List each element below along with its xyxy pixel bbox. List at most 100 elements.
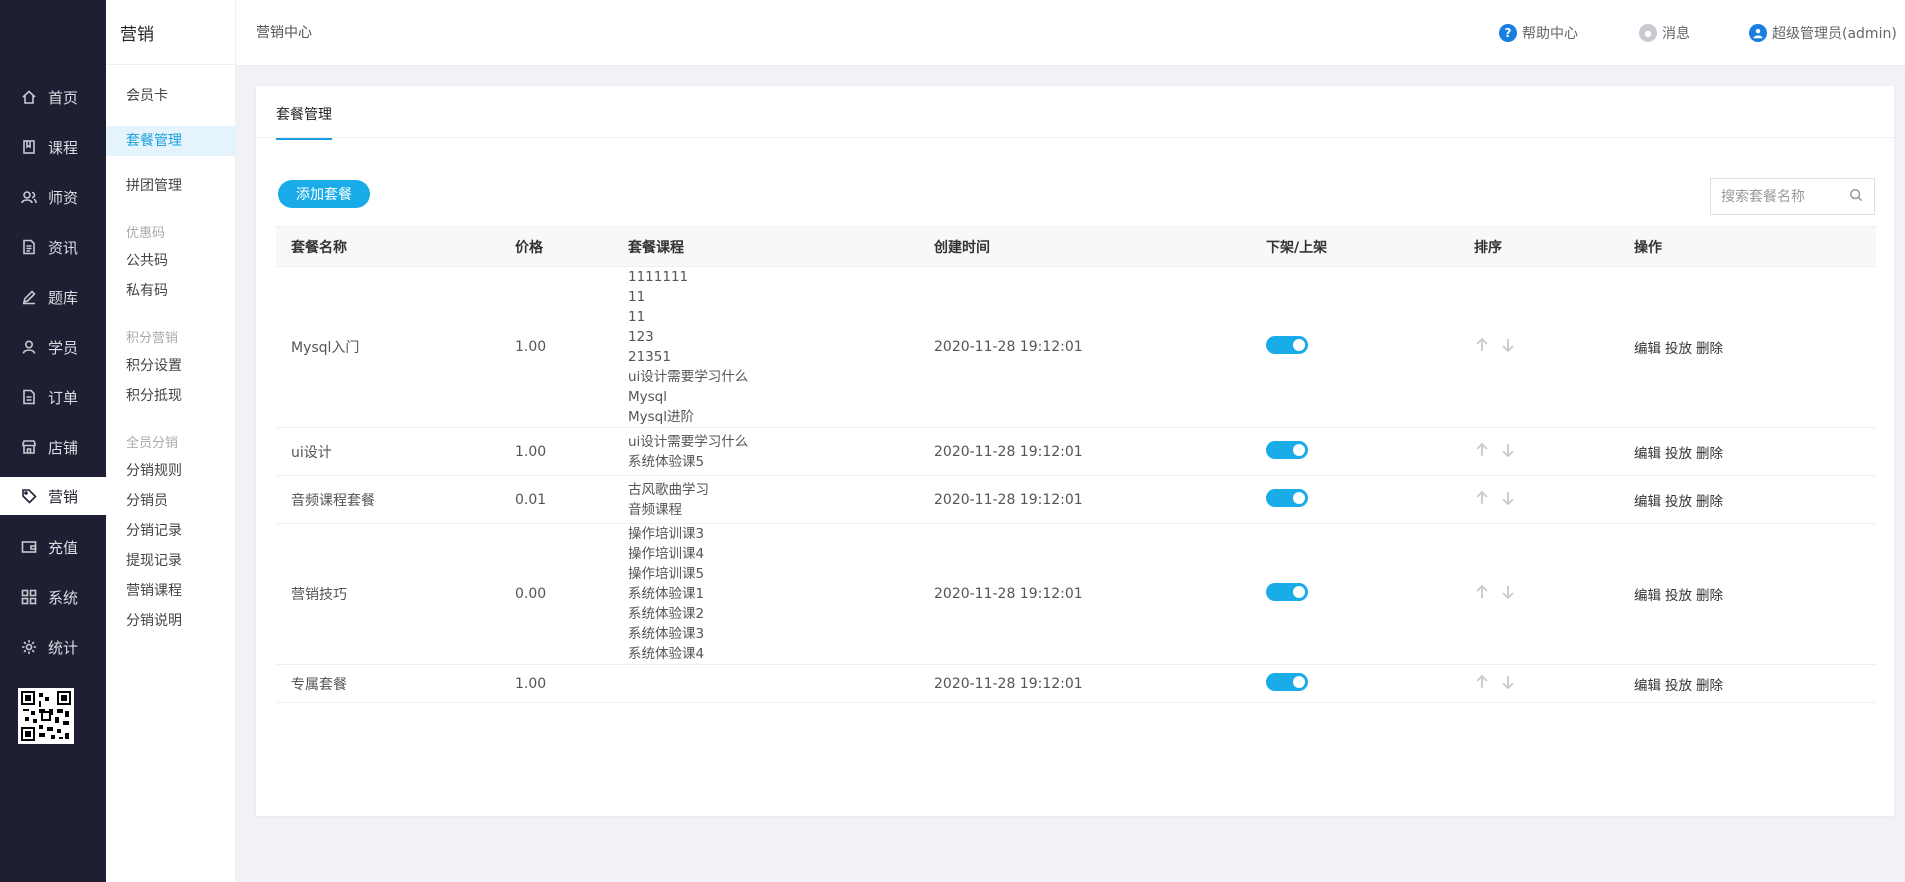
edit-link[interactable]: 编辑 [1634,446,1661,462]
column-header-price: 价格 [515,239,543,256]
submenu-item-group-buying[interactable]: 拼团管理 [106,171,236,201]
tab-bar: 套餐管理 [256,86,1894,140]
breadcrumb: 营销中心 [256,25,312,41]
submenu-item-public-code[interactable]: 公共码 [106,246,236,276]
arrow-up-icon[interactable] [1474,490,1490,506]
arrow-down-icon[interactable] [1500,584,1516,600]
help-center-link[interactable]: ? 帮助中心 [1499,23,1578,43]
shelf-toggle[interactable] [1266,672,1308,691]
search-icon[interactable] [1849,187,1863,206]
gear-icon [20,638,38,656]
sidebar-item-marketing[interactable]: 营销 [0,477,106,515]
edit-link[interactable]: 编辑 [1634,494,1661,510]
delete-link[interactable]: 删除 [1696,341,1723,357]
sidebar-item-statistics[interactable]: 统计 [0,628,106,666]
main-sidebar: 首页 课程 师资 资讯 题库 学员 订单 店铺 营销 充值 系统 统计 [0,0,106,882]
search-input[interactable] [1721,188,1849,205]
edit-link[interactable]: 编辑 [1634,588,1661,604]
arrow-down-icon[interactable] [1500,442,1516,458]
column-header-courses: 套餐课程 [628,239,684,256]
shelf-toggle[interactable] [1266,583,1308,601]
shelf-toggle[interactable] [1266,488,1308,507]
arrow-down-icon[interactable] [1500,337,1516,353]
course-item: 系统体验课3 [628,626,705,642]
sidebar-item-courses[interactable]: 课程 [0,128,106,166]
submenu-item-points-deduction[interactable]: 积分抵现 [106,381,236,411]
course-item: ui设计需要学习什么 [628,369,749,385]
delete-link[interactable]: 删除 [1696,678,1723,694]
package-table: 套餐名称 价格 套餐课程 创建时间 下架/上架 排序 操作 Mysql入门 1.0… [276,226,1876,703]
sidebar-item-recharge[interactable]: 充值 [0,528,106,566]
shelf-toggle[interactable] [1266,336,1308,354]
package-price-cell: 0.00 [500,523,613,665]
shelf-status-cell [1251,523,1459,665]
user-menu[interactable]: 超级管理员(admin) [1749,23,1897,43]
arrow-up-icon[interactable] [1474,674,1490,690]
qr-code [18,688,74,744]
submenu-divider [106,64,236,65]
shelf-status-cell [1251,475,1459,524]
shelf-toggle[interactable] [1266,440,1308,459]
package-name-cell: ui设计 [276,427,500,476]
edit-link[interactable]: 编辑 [1634,678,1661,694]
delete-link[interactable]: 删除 [1696,494,1723,510]
order-icon [20,388,38,406]
shelf-status-cell [1251,427,1459,476]
created-time-cell: 2020-11-28 19:12:01 [919,664,1251,703]
tab-package-management[interactable]: 套餐管理 [276,104,332,140]
deliver-link[interactable]: 投放 [1665,588,1692,604]
deliver-link[interactable]: 投放 [1665,678,1692,694]
sidebar-item-system[interactable]: 系统 [0,578,106,616]
deliver-link[interactable]: 投放 [1665,341,1692,357]
course-item: 系统体验课1 [628,586,705,602]
submenu-item-marketing-courses[interactable]: 营销课程 [106,576,236,606]
sidebar-item-label: 资讯 [48,238,79,257]
book-icon [20,138,38,156]
submenu-item-distributors[interactable]: 分销员 [106,486,236,516]
delete-link[interactable]: 删除 [1696,446,1723,462]
arrow-up-icon[interactable] [1474,584,1490,600]
help-icon: ? [1499,24,1517,42]
created-time-cell: 2020-11-28 19:12:01 [919,523,1251,665]
user-icon [20,338,38,356]
submenu-item-package-management[interactable]: 套餐管理 [106,126,236,156]
package-name-cell: 专属套餐 [276,664,500,703]
arrow-up-icon[interactable] [1474,442,1490,458]
sidebar-item-orders[interactable]: 订单 [0,378,106,416]
deliver-link[interactable]: 投放 [1665,446,1692,462]
arrow-up-icon[interactable] [1474,337,1490,353]
sidebar-item-news[interactable]: 资讯 [0,228,106,266]
submenu-item-distribution-rules[interactable]: 分销规则 [106,456,236,486]
submenu-item-points-settings[interactable]: 积分设置 [106,351,236,381]
deliver-link[interactable]: 投放 [1665,494,1692,510]
add-package-button[interactable]: 添加套餐 [278,180,370,208]
table-row: 音频课程套餐 0.01 古风歌曲学习 音频课程 2020-11-28 19:12:01 编… [276,475,1876,524]
table-row: 营销技巧 0.00 操作培训课3 操作培训课4 操作培训课5 系统体验课1 系统体验课2 系统… [276,523,1876,665]
arrow-down-icon[interactable] [1500,490,1516,506]
sidebar-item-shop[interactable]: 店铺 [0,428,106,466]
delete-link[interactable]: 删除 [1696,588,1723,604]
sidebar-item-home[interactable]: 首页 [0,78,106,116]
edit-link[interactable]: 编辑 [1634,341,1661,357]
messages-link[interactable]: ● 消息 [1639,23,1690,43]
sort-cell [1459,427,1619,476]
qr-code-image [21,691,71,741]
search-box [1710,178,1875,215]
submenu-group-distribution: 全员分销 [126,436,179,451]
course-item: 21351 [628,349,671,365]
sidebar-item-label: 学员 [48,338,79,357]
submenu-item-distribution-records[interactable]: 分销记录 [106,516,236,546]
sidebar-item-teachers[interactable]: 师资 [0,178,106,216]
sidebar-item-label: 充值 [48,538,79,557]
sidebar-item-students[interactable]: 学员 [0,328,106,366]
home-icon [20,88,38,106]
arrow-down-icon[interactable] [1500,674,1516,690]
package-courses-cell: 1111111 11 11 123 21351 ui设计需要学习什么 Mysql Mysql进… [613,266,919,428]
sidebar-item-question-bank[interactable]: 题库 [0,278,106,316]
submenu-item-withdrawal-records[interactable]: 提现记录 [106,546,236,576]
course-item: ui设计需要学习什么 [628,433,749,450]
submenu-item-private-code[interactable]: 私有码 [106,276,236,306]
submenu-item-member-card[interactable]: 会员卡 [106,81,236,111]
column-header-shelf-status: 下架/上架 [1266,239,1328,256]
submenu-item-distribution-description[interactable]: 分销说明 [106,606,236,636]
